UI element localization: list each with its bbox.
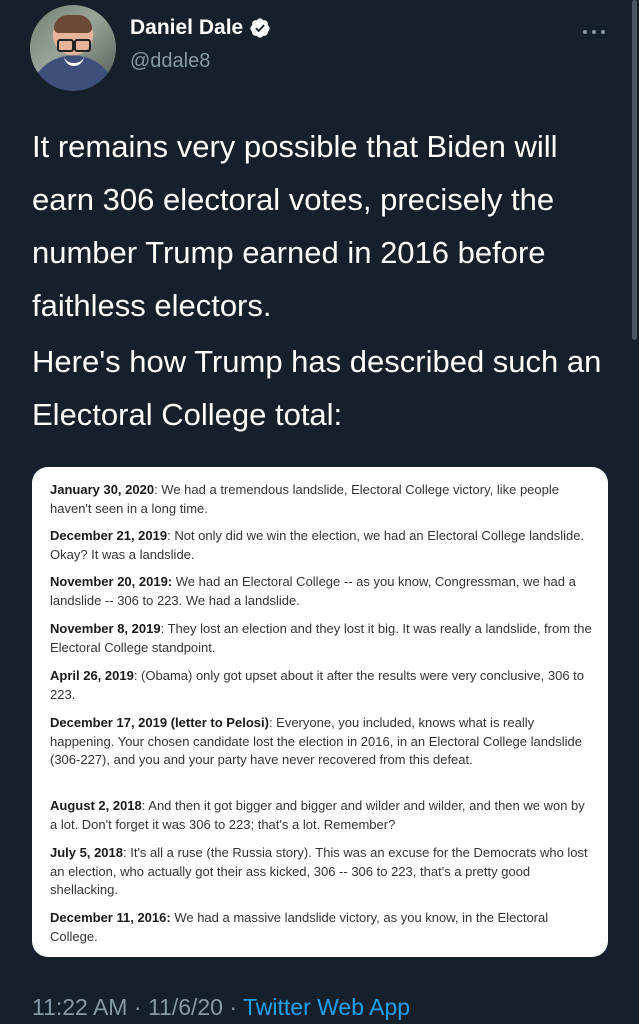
source-app-link[interactable]: Twitter Web App xyxy=(243,994,410,1020)
meta-separator: · xyxy=(127,994,148,1020)
tweet-paragraph-2: Here's how Trump has described such an E… xyxy=(32,344,602,432)
quote-entry: January 30, 2020: We had a tremendous la… xyxy=(50,481,594,518)
quote-entry: December 11, 2016: We had a massive land… xyxy=(50,909,594,946)
avatar-hair xyxy=(54,15,92,33)
quote-date: April 26, 2019 xyxy=(50,668,134,683)
user-handle[interactable]: @ddale8 xyxy=(130,50,210,73)
tweet-time[interactable]: 11:22 AM xyxy=(32,994,127,1020)
quote-date: December 11, 2016: xyxy=(50,910,171,925)
quote-entry: December 17, 2019 (letter to Pelosi): Ev… xyxy=(50,714,594,770)
quote-date: July 5, 2018 xyxy=(50,845,123,860)
quote-date: August 2, 2018 xyxy=(50,798,142,813)
tweet-detail: Daniel Dale @ddale8 It remains very poss… xyxy=(0,0,639,1024)
quote-date: January 30, 2020 xyxy=(50,482,155,497)
quote-entry: July 5, 2018: It's all a ruse (the Russi… xyxy=(50,844,594,900)
quote-entry: December 21, 2019: Not only did we win t… xyxy=(50,527,594,564)
quote-entry: August 2, 2018: And then it got bigger a… xyxy=(50,797,594,834)
author-name-row[interactable]: Daniel Dale xyxy=(130,16,271,40)
scrollbar[interactable] xyxy=(632,0,637,340)
tweet-date[interactable]: 11/6/20 xyxy=(148,994,223,1020)
quote-text: : It's all a ruse (the Russia story). Th… xyxy=(50,845,588,898)
avatar[interactable] xyxy=(30,5,116,91)
avatar-smile xyxy=(64,55,84,66)
meta-separator: · xyxy=(222,994,243,1020)
quote-entry: November 20, 2019: We had an Electoral C… xyxy=(50,573,594,610)
quote-date: December 17, 2019 (letter to Pelosi) xyxy=(50,715,269,730)
verified-badge-icon xyxy=(250,18,270,38)
avatar-glasses xyxy=(57,39,91,52)
tweet-paragraph-1: It remains very possible that Biden will… xyxy=(32,129,558,323)
tweet-metadata: 11:22 AM · 11/6/20 · Twitter Web App xyxy=(32,994,410,1021)
quote-date: December 21, 2019 xyxy=(50,528,168,543)
display-name[interactable]: Daniel Dale xyxy=(130,16,243,40)
quote-entry: November 8, 2019: They lost an election … xyxy=(50,620,594,657)
quote-date: November 20, 2019: xyxy=(50,574,173,589)
more-options-icon[interactable] xyxy=(583,30,605,36)
quote-date: November 8, 2019 xyxy=(50,621,161,636)
attached-image[interactable]: January 30, 2020: We had a tremendous la… xyxy=(32,467,608,957)
quote-entry: April 26, 2019: (Obama) only got upset a… xyxy=(50,667,594,704)
